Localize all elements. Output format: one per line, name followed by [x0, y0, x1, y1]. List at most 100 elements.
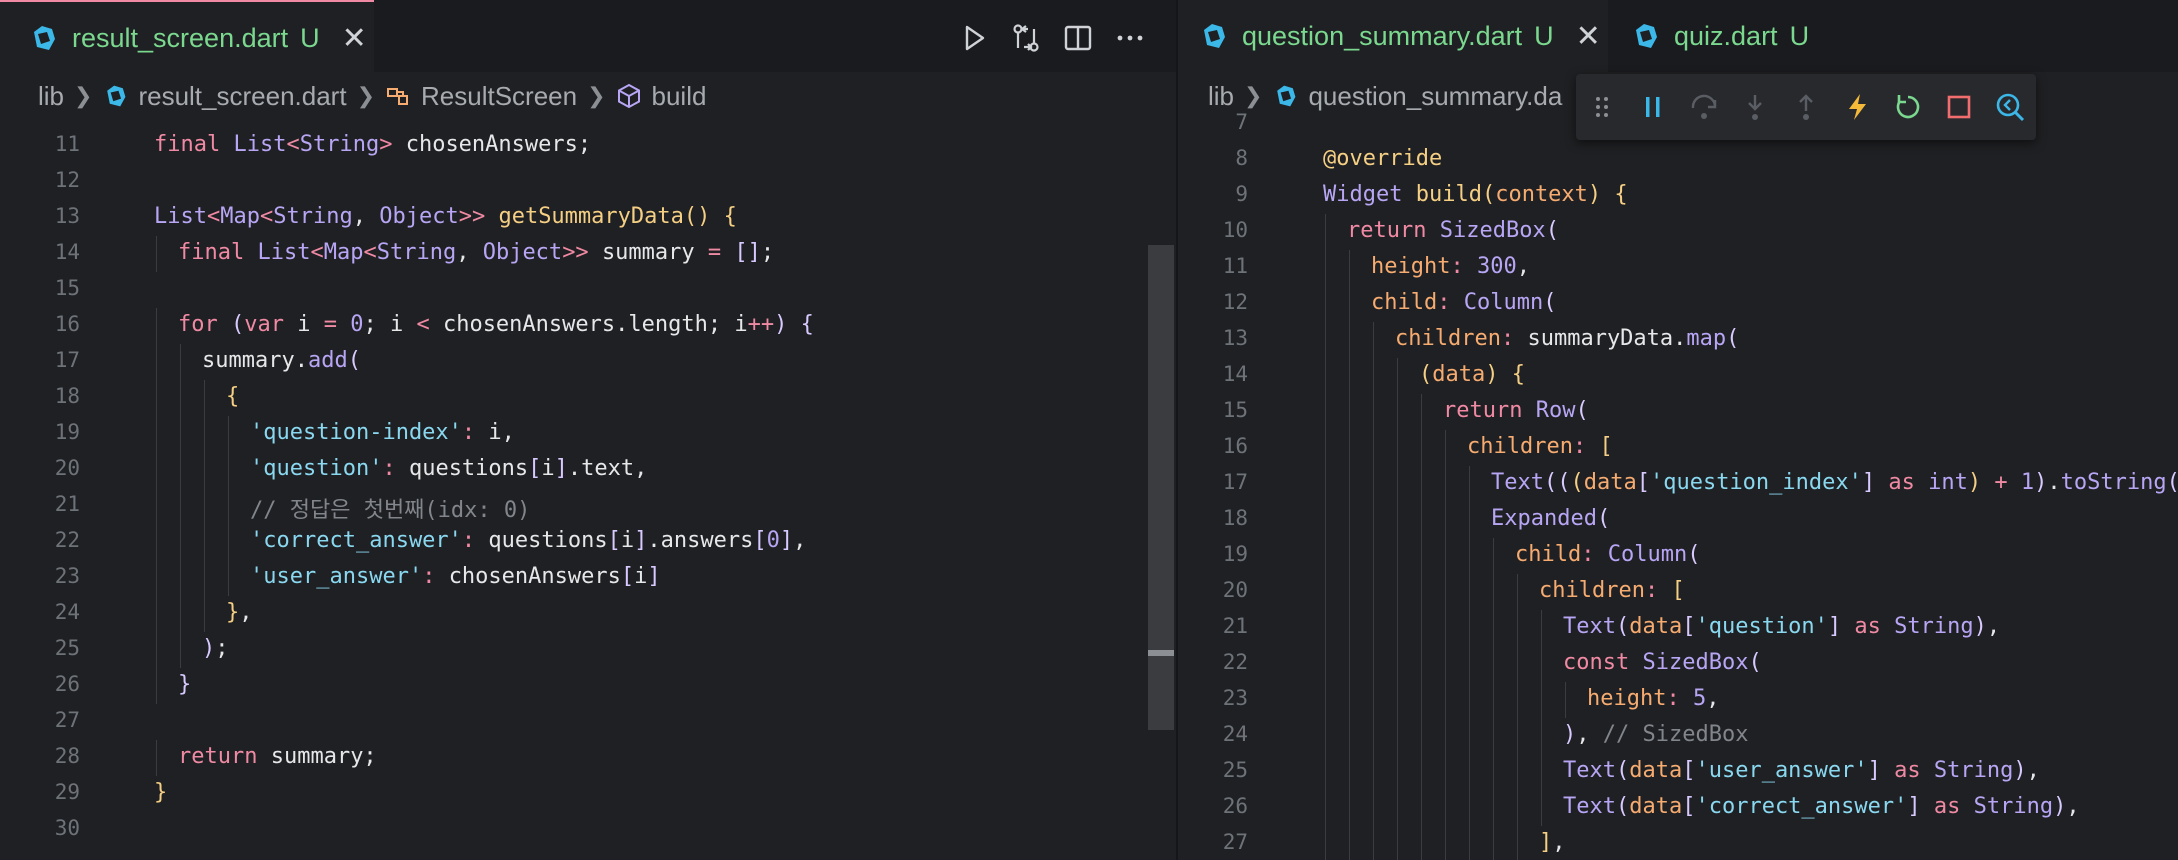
source-compare-icon[interactable]: [1010, 22, 1042, 54]
code-line[interactable]: Text(data['user_answer'] as String),: [1563, 758, 2040, 783]
code-line[interactable]: 'question-index': i,: [250, 420, 515, 445]
indent-guide: [204, 560, 205, 596]
hot-reload-icon[interactable]: [1832, 74, 1883, 140]
breadcrumb-item-class[interactable]: ResultScreen: [421, 81, 577, 112]
step-into-icon[interactable]: [1729, 74, 1780, 140]
indent-guide: [1325, 502, 1326, 538]
code-line[interactable]: ],: [1539, 830, 1566, 855]
scrollbar[interactable]: [1148, 245, 1174, 730]
code-token: summary: [601, 240, 708, 265]
code-line[interactable]: 'question': questions[i].text,: [250, 456, 647, 481]
code-line[interactable]: children: [: [1539, 578, 1685, 603]
code-token: Widget: [1323, 182, 1416, 207]
step-out-icon[interactable]: [1780, 74, 1831, 140]
code-line[interactable]: @override: [1323, 146, 1442, 171]
code-token: 'user_answer': [250, 564, 423, 589]
code-line[interactable]: summary.add(: [202, 348, 361, 373]
code-line[interactable]: child: Column(: [1371, 290, 1556, 315]
code-token: >>: [458, 204, 499, 229]
indent-guide: [1421, 538, 1422, 574]
code-token: (: [1543, 290, 1557, 315]
line-number: 25: [1222, 758, 1248, 782]
indent-guide: [1445, 538, 1446, 574]
ellipsis-icon[interactable]: [1114, 22, 1146, 54]
code-token: String: [376, 240, 457, 265]
code-token: ): [2053, 794, 2067, 819]
code-line[interactable]: 'correct_answer': questions[i].answers[0…: [250, 528, 806, 553]
code-line[interactable]: (data) {: [1419, 362, 1525, 387]
code-line[interactable]: },: [226, 600, 253, 625]
code-token: [: [753, 528, 767, 553]
code-line[interactable]: }: [154, 780, 167, 805]
breadcrumb-item-file[interactable]: question_summary.da: [1308, 81, 1562, 112]
code-line[interactable]: children: summaryData.map(: [1395, 326, 1739, 351]
code-editor[interactable]: 11 final List<String> chosenAnswers; 12 13 L…: [0, 120, 1176, 860]
code-line[interactable]: }: [178, 672, 191, 697]
tab-question-summary[interactable]: question_summary.dart U ✕: [1178, 0, 1608, 72]
code-token: ; i: [363, 312, 417, 337]
indent-guide: [156, 488, 157, 524]
split-editor-icon[interactable]: [1062, 22, 1094, 54]
code-token: as: [1894, 758, 1934, 783]
code-line[interactable]: List<Map<String, Object>> getSummaryData…: [154, 204, 737, 229]
code-line[interactable]: for (var i = 0; i < chosenAnswers.length…: [178, 312, 814, 337]
tab-result-screen[interactable]: result_screen.dart U ✕: [0, 0, 374, 74]
code-line[interactable]: Text(data['question'] as String),: [1563, 614, 2000, 639]
code-token: data: [1432, 362, 1486, 387]
drag-handle-icon[interactable]: [1576, 74, 1627, 140]
code-token: i: [620, 528, 635, 553]
close-icon[interactable]: ✕: [342, 21, 367, 56]
code-line[interactable]: final List<Map<String, Object>> summary …: [178, 240, 774, 265]
code-line[interactable]: {: [226, 384, 239, 409]
breadcrumb-item-method[interactable]: build: [652, 81, 707, 112]
indent-guide: [1421, 466, 1422, 502]
breadcrumb-item-lib[interactable]: lib: [38, 81, 64, 112]
indent-guide: [1349, 466, 1350, 502]
code-line[interactable]: final List<String> chosenAnswers;: [154, 132, 591, 157]
indent-guide: [1349, 286, 1350, 322]
code-line[interactable]: return SizedBox(: [1347, 218, 1559, 243]
code-line[interactable]: Text(data['correct_answer'] as String),: [1563, 794, 2080, 819]
code-token: <: [286, 132, 300, 157]
code-token: +: [1994, 470, 2021, 495]
code-line[interactable]: Expanded(: [1491, 506, 1610, 531]
code-line[interactable]: // 정답은 첫번째(idx: 0): [250, 492, 530, 524]
code-line[interactable]: 'user_answer': chosenAnswers[i]: [250, 564, 661, 589]
code-token: :: [461, 420, 489, 445]
indent-guide: [1493, 574, 1494, 610]
indent-guide: [1373, 502, 1374, 538]
play-icon[interactable]: [958, 22, 990, 54]
code-line[interactable]: );: [202, 636, 229, 661]
code-line[interactable]: child: Column(: [1515, 542, 1700, 567]
breadcrumb-item-lib[interactable]: lib: [1208, 81, 1234, 112]
code-token: ,: [2026, 758, 2040, 783]
code-editor[interactable]: 7 8 @override 9 Widget build(context) {10 ret…: [1178, 110, 2178, 860]
code-line[interactable]: Widget build(context) {: [1323, 182, 1628, 207]
code-line[interactable]: return Row(: [1443, 398, 1589, 423]
hot-restart-icon[interactable]: [1883, 74, 1934, 140]
step-over-icon[interactable]: [1678, 74, 1729, 140]
line-number: 14: [1222, 362, 1248, 386]
code-line[interactable]: const SizedBox(: [1563, 650, 1762, 675]
code-token: getSummaryData: [498, 204, 684, 229]
pause-icon[interactable]: [1627, 74, 1678, 140]
code-line[interactable]: children: [: [1467, 434, 1613, 459]
indent-guide: [1349, 646, 1350, 682]
indent-guide: [1565, 682, 1566, 718]
code-token: chosenAnswers: [448, 564, 621, 589]
code-line[interactable]: Text(((data['question_index'] as int) + …: [1491, 470, 2178, 495]
code-line[interactable]: ), // SizedBox: [1563, 722, 1748, 747]
close-icon[interactable]: ✕: [1576, 19, 1601, 54]
tab-quiz[interactable]: quiz.dart U: [1608, 0, 1828, 72]
code-token: 1: [2020, 470, 2035, 495]
stop-icon[interactable]: [1934, 74, 1985, 140]
indent-guide: [1469, 466, 1470, 502]
devtools-icon[interactable]: [1985, 74, 2036, 140]
indent-guide: [1397, 538, 1398, 574]
code-line[interactable]: height: 5,: [1587, 686, 1719, 711]
code-line[interactable]: height: 300,: [1371, 254, 1530, 279]
code-line[interactable]: return summary;: [178, 744, 377, 769]
indent-guide: [1349, 574, 1350, 610]
code-token: }: [178, 672, 192, 697]
breadcrumb-item-file[interactable]: result_screen.dart: [138, 81, 346, 112]
